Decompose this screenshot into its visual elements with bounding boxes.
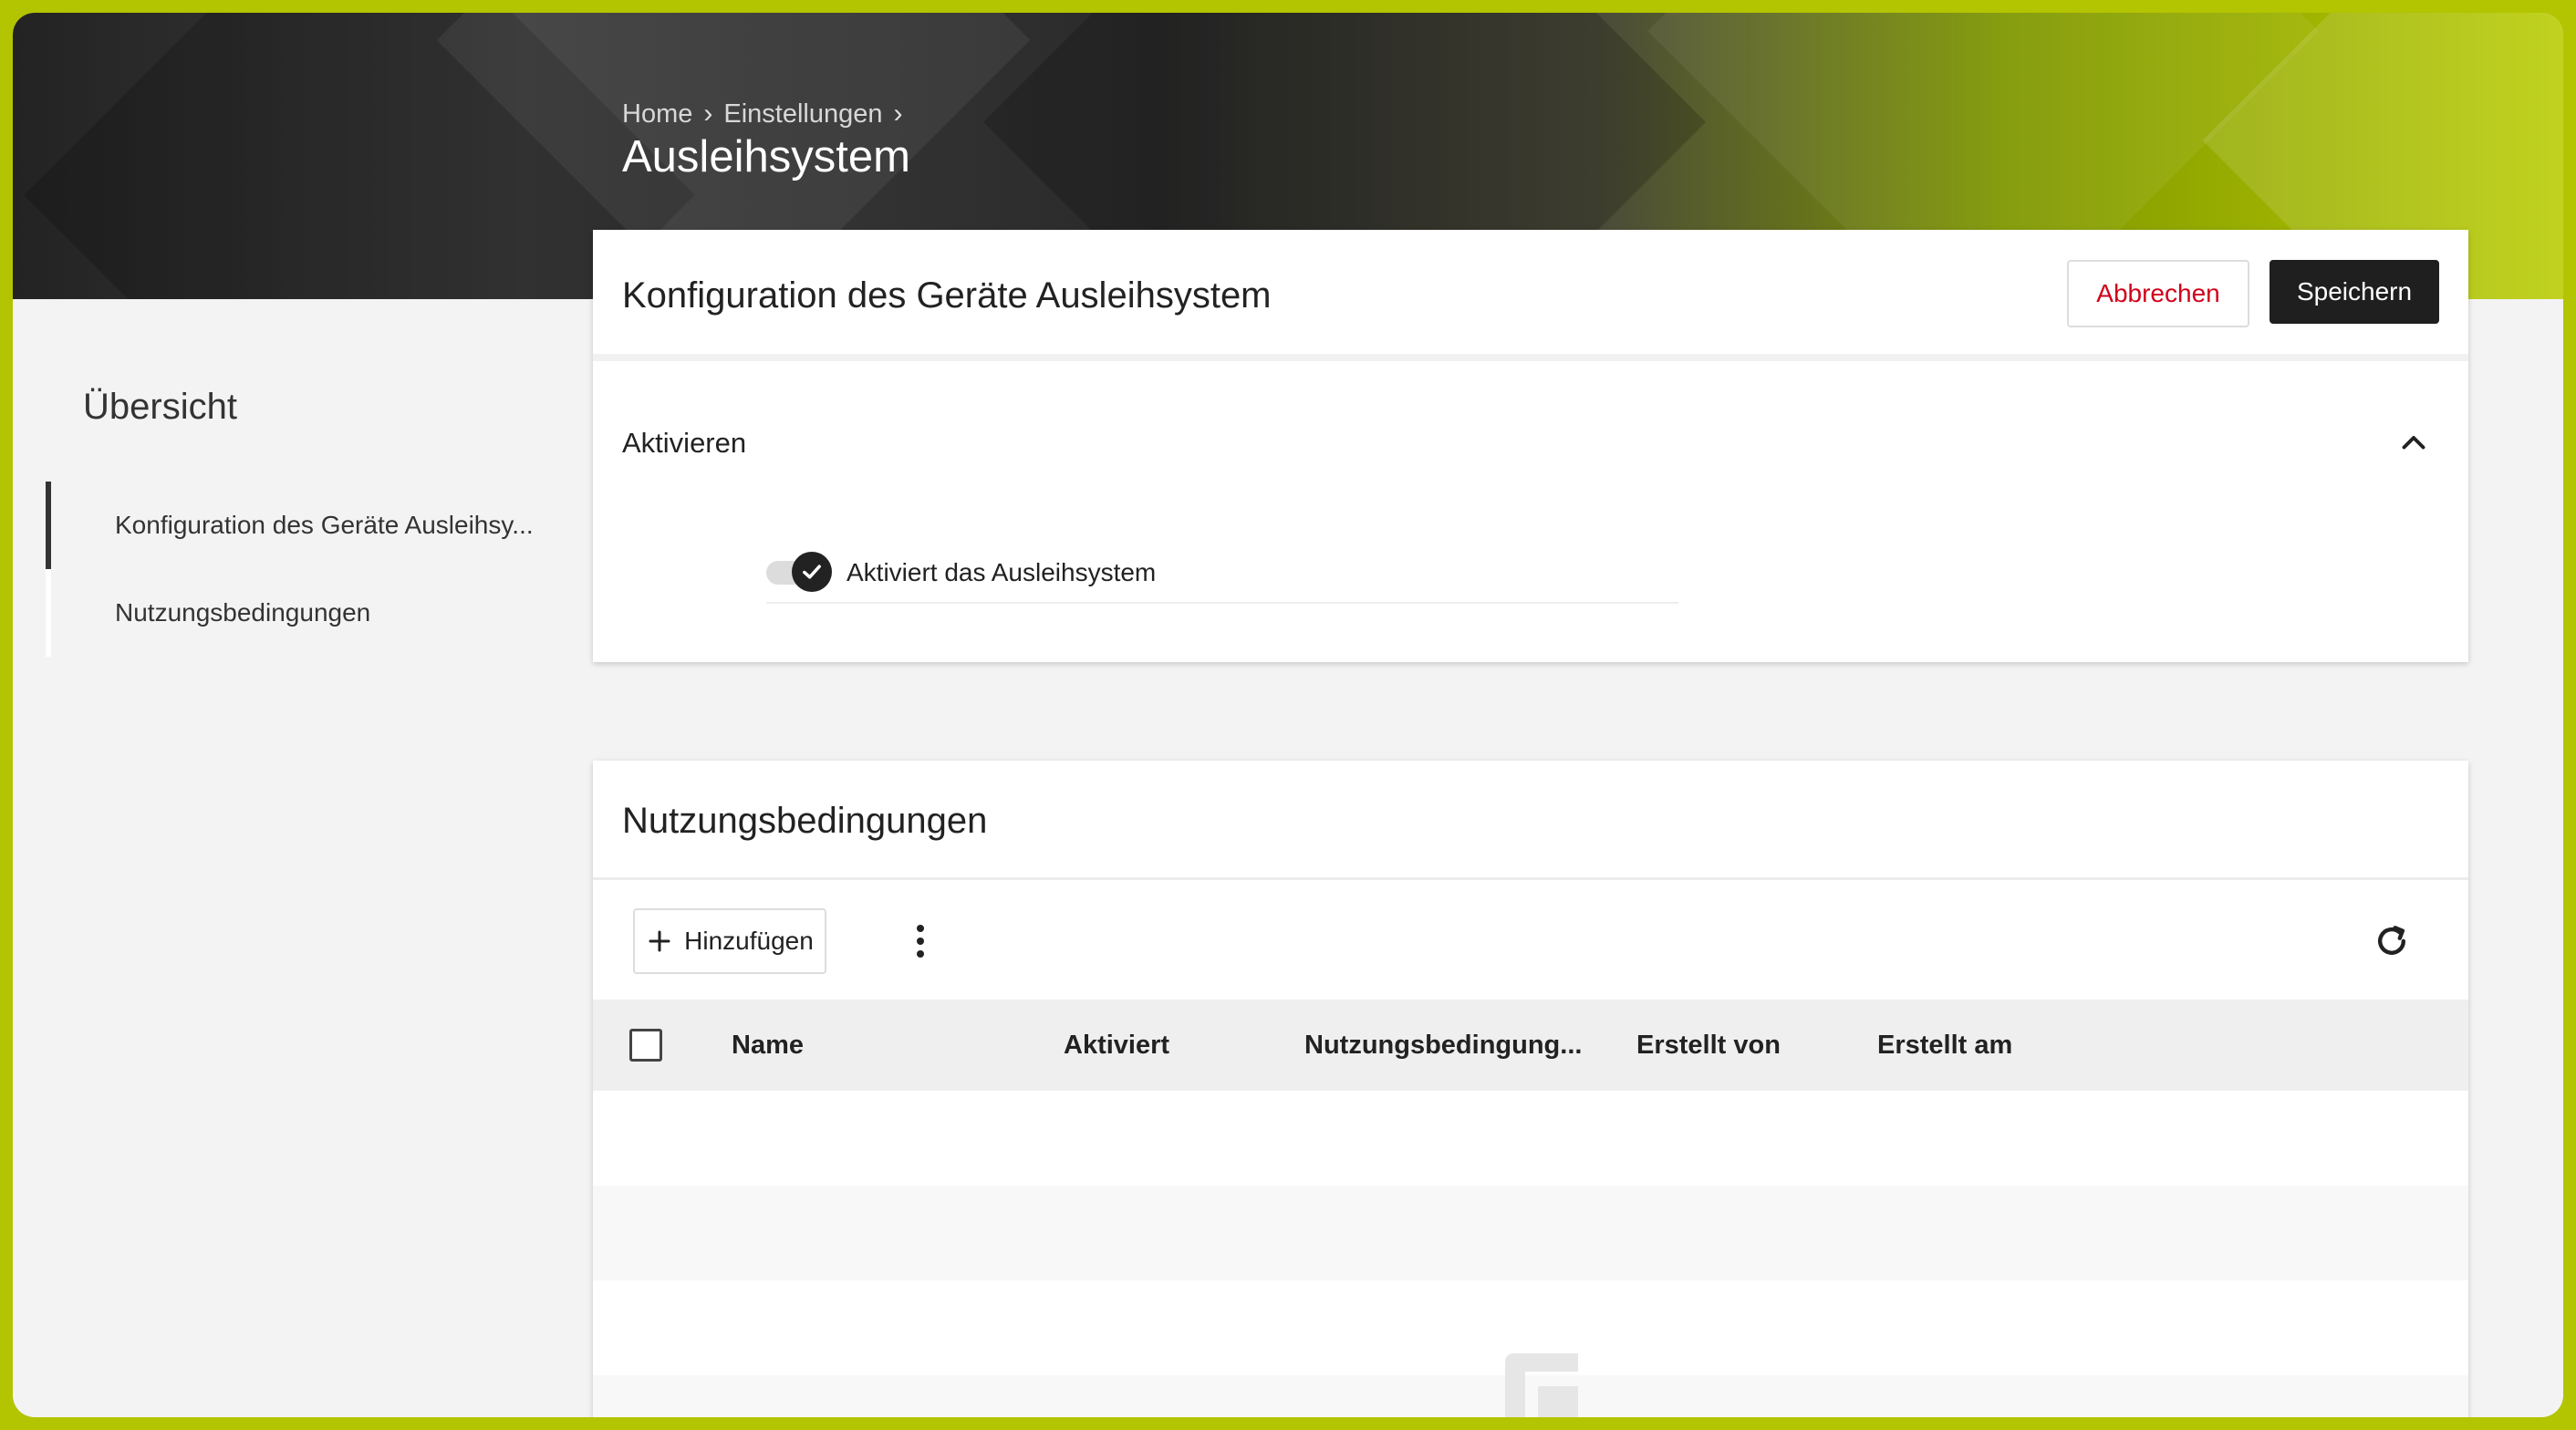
sidebar-nav: Konfiguration des Geräte Ausleihsy... Nu… [46,482,556,657]
activate-toggle[interactable] [766,552,832,592]
select-all-checkbox[interactable] [629,1029,662,1062]
section-title: Aktivieren [622,427,747,459]
sidebar-title: Übersicht [83,387,237,427]
app-window: Home › Einstellungen › Ausleihsystem Übe… [13,13,2563,1417]
card-header: Nutzungsbedingungen [593,761,2468,880]
breadcrumb: Home › Einstellungen › [622,98,903,130]
breadcrumb-settings[interactable]: Einstellungen [723,99,882,130]
add-button-label: Hinzufügen [684,927,814,955]
chevron-right-icon: › [893,98,903,129]
column-header-name[interactable]: Name [732,1031,804,1061]
cancel-button[interactable]: Abbrechen [2067,260,2249,327]
empty-state-logo [1505,1353,1578,1417]
sidebar-item-label: Nutzungsbedingungen [115,598,371,627]
card-title: Nutzungsbedingungen [622,801,988,841]
table-row [593,1186,2468,1280]
card-title: Konfiguration des Geräte Ausleihsystem [622,275,1272,316]
more-vertical-icon[interactable] [914,923,927,959]
save-button[interactable]: Speichern [2270,260,2439,324]
add-button[interactable]: Hinzufügen [633,908,826,974]
chevron-up-icon[interactable] [2397,427,2430,460]
sidebar-item-configuration[interactable]: Konfiguration des Geräte Ausleihsy... [46,482,556,569]
toggle-row: Aktiviert das Ausleihsystem [766,544,1678,604]
page-title: Ausleihsystem [622,132,910,181]
card-header: Konfiguration des Geräte Ausleihsystem A… [593,230,2468,361]
column-header-activated[interactable]: Aktiviert [1064,1031,1169,1061]
chevron-right-icon: › [703,98,713,129]
column-header-created-by[interactable]: Erstellt von [1636,1031,1781,1061]
column-header-terms[interactable]: Nutzungsbedingung... [1304,1031,1582,1061]
terms-card: Nutzungsbedingungen Hinzufügen Name Akti… [593,761,2468,1417]
sidebar-item-terms[interactable]: Nutzungsbedingungen [46,569,556,657]
configuration-card: Konfiguration des Geräte Ausleihsystem A… [593,230,2468,662]
column-header-created-at[interactable]: Erstellt am [1877,1031,2012,1061]
table-row [593,1091,2468,1186]
sidebar-item-label: Konfiguration des Geräte Ausleihsy... [115,511,534,539]
toggle-label: Aktiviert das Ausleihsystem [847,558,1157,586]
check-icon [792,552,832,592]
plus-icon [649,930,670,952]
breadcrumb-home[interactable]: Home [622,99,692,130]
table-header: Name Aktiviert Nutzungsbedingung... Erst… [593,1000,2468,1091]
refresh-icon[interactable] [2372,921,2412,961]
